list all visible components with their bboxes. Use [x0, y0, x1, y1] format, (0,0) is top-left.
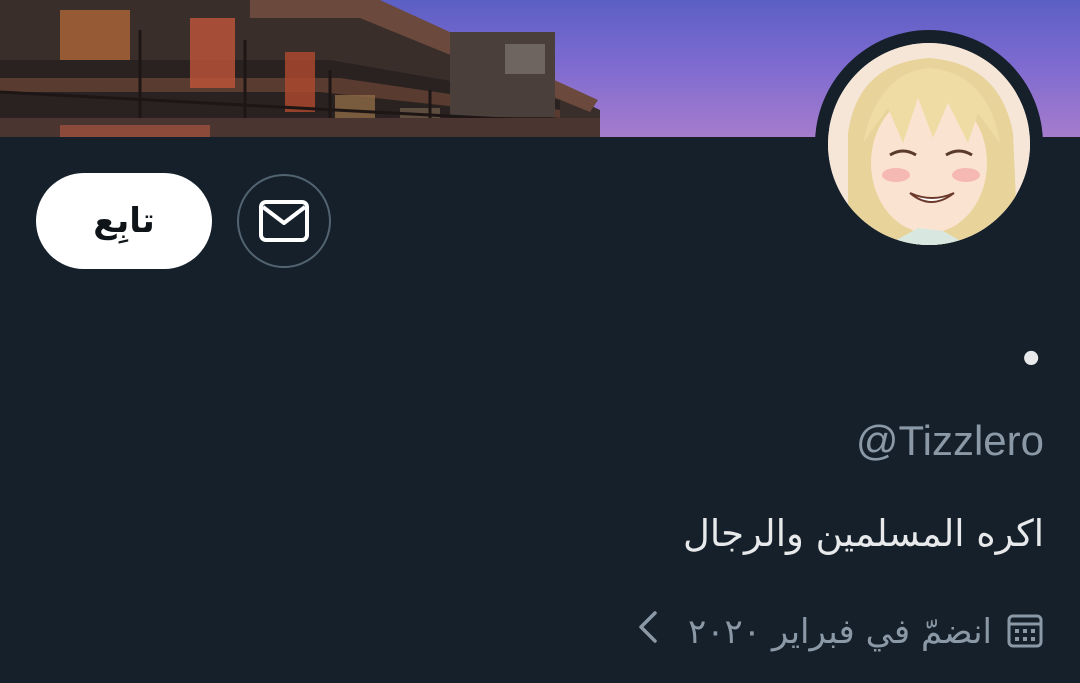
calendar-icon	[1006, 611, 1044, 653]
chevron-left-icon[interactable]	[636, 604, 660, 660]
follow-button[interactable]: تابِع	[36, 173, 212, 269]
joined-date: انضمّ في فبراير ٢٠٢٠	[687, 612, 992, 652]
avatar-image	[828, 43, 1030, 245]
avatar[interactable]	[828, 43, 1030, 245]
display-name: •	[1018, 337, 1044, 383]
message-button[interactable]	[237, 174, 331, 268]
profile-bio: اكره المسلمين والرجال	[682, 512, 1044, 555]
user-handle: @Tizzlero	[855, 417, 1044, 464]
envelope-icon	[259, 200, 309, 242]
joined-date-row: انضمّ في فبراير ٢٠٢٠	[636, 604, 1044, 660]
